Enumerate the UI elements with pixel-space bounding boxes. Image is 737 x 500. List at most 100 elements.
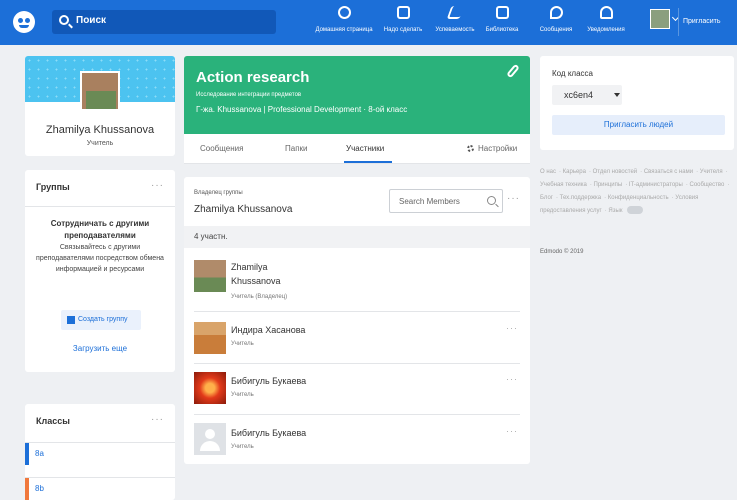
footer-link[interactable]: Конфиденциальность xyxy=(608,195,669,201)
nav-todo[interactable]: Надо сделать xyxy=(378,4,428,42)
profile-name[interactable]: Zhamilya Khussanova xyxy=(25,124,175,136)
globe-icon[interactable] xyxy=(627,206,644,215)
member-name[interactable]: Zhamilya Khussanova xyxy=(231,260,281,288)
tab-settings[interactable]: Настройки xyxy=(478,144,517,153)
class-item-8a[interactable]: 8а xyxy=(25,442,175,465)
load-more-link[interactable]: Загрузить еще xyxy=(25,344,175,353)
footer-link[interactable]: Учебная техника xyxy=(540,182,587,188)
messages-icon xyxy=(549,6,563,19)
class-color-stripe xyxy=(25,478,29,500)
gear-icon[interactable] xyxy=(467,145,474,152)
search-placeholder: Поиск xyxy=(76,15,107,26)
divider xyxy=(194,311,520,312)
class-code-select[interactable]: xc6en4 xyxy=(552,85,622,105)
member-role: Учитель (Владелец) xyxy=(231,294,288,300)
nav-home[interactable]: Домашняя страница xyxy=(313,4,375,42)
tab-posts[interactable]: Сообщения xyxy=(200,144,243,153)
member-avatar[interactable] xyxy=(194,260,226,292)
default-avatar-icon[interactable] xyxy=(194,423,226,455)
classes-card: Классы ··· 8а 8b xyxy=(25,404,175,500)
footer-link[interactable]: Отдел новостей xyxy=(593,169,638,175)
profile-card: Zhamilya Khussanova Учитель xyxy=(25,56,175,156)
member-count: 4 участн. xyxy=(194,232,228,241)
invite-people-button[interactable]: Пригласить людей xyxy=(552,115,725,135)
footer-link[interactable]: Принципы xyxy=(594,182,623,188)
nav-library[interactable]: Библиотека xyxy=(481,4,523,42)
member-role: Учитель xyxy=(231,341,254,347)
member-name[interactable]: Индира Хасанова xyxy=(231,323,305,337)
search-input[interactable]: Поиск xyxy=(52,10,276,34)
member-name[interactable]: Бибигуль Букаева xyxy=(231,374,306,388)
active-tab-indicator xyxy=(344,161,392,163)
search-icon xyxy=(487,196,496,205)
create-group-button[interactable]: Создать группу xyxy=(61,310,141,330)
groups-text: Связывайтесь с другими преподавателями п… xyxy=(36,244,164,273)
nav-progress[interactable]: Успеваемость xyxy=(430,4,480,42)
home-icon xyxy=(337,6,351,19)
footer-link[interactable]: О нас xyxy=(540,169,556,175)
group-title: Action research xyxy=(196,69,310,86)
invite-link[interactable]: Пригласить xyxy=(683,18,720,25)
groups-heading: Сотрудничать с другими преподавателями xyxy=(50,219,150,240)
divider xyxy=(25,206,175,207)
member-more-icon[interactable]: ··· xyxy=(506,374,518,384)
library-icon xyxy=(495,6,509,19)
member-avatar[interactable] xyxy=(194,322,226,354)
footer-link[interactable]: Сообщество xyxy=(689,182,724,188)
nav-messages[interactable]: Сообщения xyxy=(534,4,578,42)
footer-link[interactable]: Блог xyxy=(540,195,553,201)
groups-card: Группы ··· Сотрудничать с другими препод… xyxy=(25,170,175,372)
member-role: Учитель xyxy=(231,392,254,398)
nav-divider xyxy=(678,8,679,36)
group-header: Action research Исследование интеграции … xyxy=(184,56,530,134)
user-avatar[interactable] xyxy=(650,9,670,29)
footer-link[interactable]: Карьера xyxy=(563,169,586,175)
class-code-card: Код класса xc6en4 Пригласить людей xyxy=(540,56,734,150)
group-subtitle: Исследование интеграции предметов xyxy=(196,92,302,98)
groups-title: Группы xyxy=(36,182,70,192)
todo-icon xyxy=(396,6,410,19)
tab-members[interactable]: Участники xyxy=(346,144,384,153)
classes-title: Классы xyxy=(36,416,70,426)
member-count-bar: 4 участн. xyxy=(184,226,530,248)
groups-empty-state: Сотрудничать с другими преподавателями С… xyxy=(31,218,169,275)
member-avatar[interactable] xyxy=(194,372,226,404)
copyright: Edmodo © 2019 xyxy=(540,249,584,255)
footer-link[interactable]: IT-администраторы xyxy=(629,182,683,188)
notifications-icon xyxy=(599,6,613,19)
language-link[interactable]: Язык xyxy=(608,208,622,214)
member-name[interactable]: Бибигуль Букаева xyxy=(231,426,306,440)
owner-name: Zhamilya Khussanova xyxy=(194,204,293,215)
tab-folders[interactable]: Папки xyxy=(285,144,308,153)
footer-link[interactable]: Связаться с нами xyxy=(644,169,693,175)
group-meta: Г-жа. Khussanova | Professional Developm… xyxy=(196,105,408,114)
progress-icon xyxy=(446,6,464,19)
member-more-icon[interactable]: ··· xyxy=(506,426,518,436)
owner-label: Владелец группы xyxy=(194,190,243,196)
class-item-8b[interactable]: 8b xyxy=(25,477,175,500)
group-icon xyxy=(67,316,75,324)
divider xyxy=(194,363,520,364)
nav-notifications[interactable]: Уведомления xyxy=(582,4,630,42)
footer-link[interactable]: Тех.поддержка xyxy=(560,195,601,201)
member-role: Учитель xyxy=(231,444,254,450)
search-icon xyxy=(59,15,69,25)
groups-more-icon[interactable]: ··· xyxy=(151,180,164,191)
top-navigation-bar: Поиск Домашняя страница Надо сделать Усп… xyxy=(0,0,737,45)
members-card: Владелец группы Zhamilya Khussanova Sear… xyxy=(184,177,530,464)
members-more-icon[interactable]: ··· xyxy=(507,193,520,204)
group-tabs: Сообщения Папки Участники Настройки xyxy=(184,134,530,164)
footer-links: О нас · Карьера · Отдел новостей · Связатьс… xyxy=(540,169,730,215)
caret-down-icon xyxy=(614,93,620,97)
member-more-icon[interactable]: ··· xyxy=(506,323,518,333)
divider xyxy=(194,414,520,415)
pin-icon[interactable] xyxy=(506,63,520,79)
edmodo-logo-icon[interactable] xyxy=(13,11,35,33)
avatar[interactable] xyxy=(80,71,120,111)
member-search-input[interactable]: Search Members xyxy=(389,189,503,213)
class-code-label: Код класса xyxy=(552,69,593,78)
class-color-stripe xyxy=(25,443,29,465)
profile-role: Учитель xyxy=(86,140,114,147)
classes-more-icon[interactable]: ··· xyxy=(151,414,164,425)
footer-link[interactable]: Учителя xyxy=(700,169,723,175)
